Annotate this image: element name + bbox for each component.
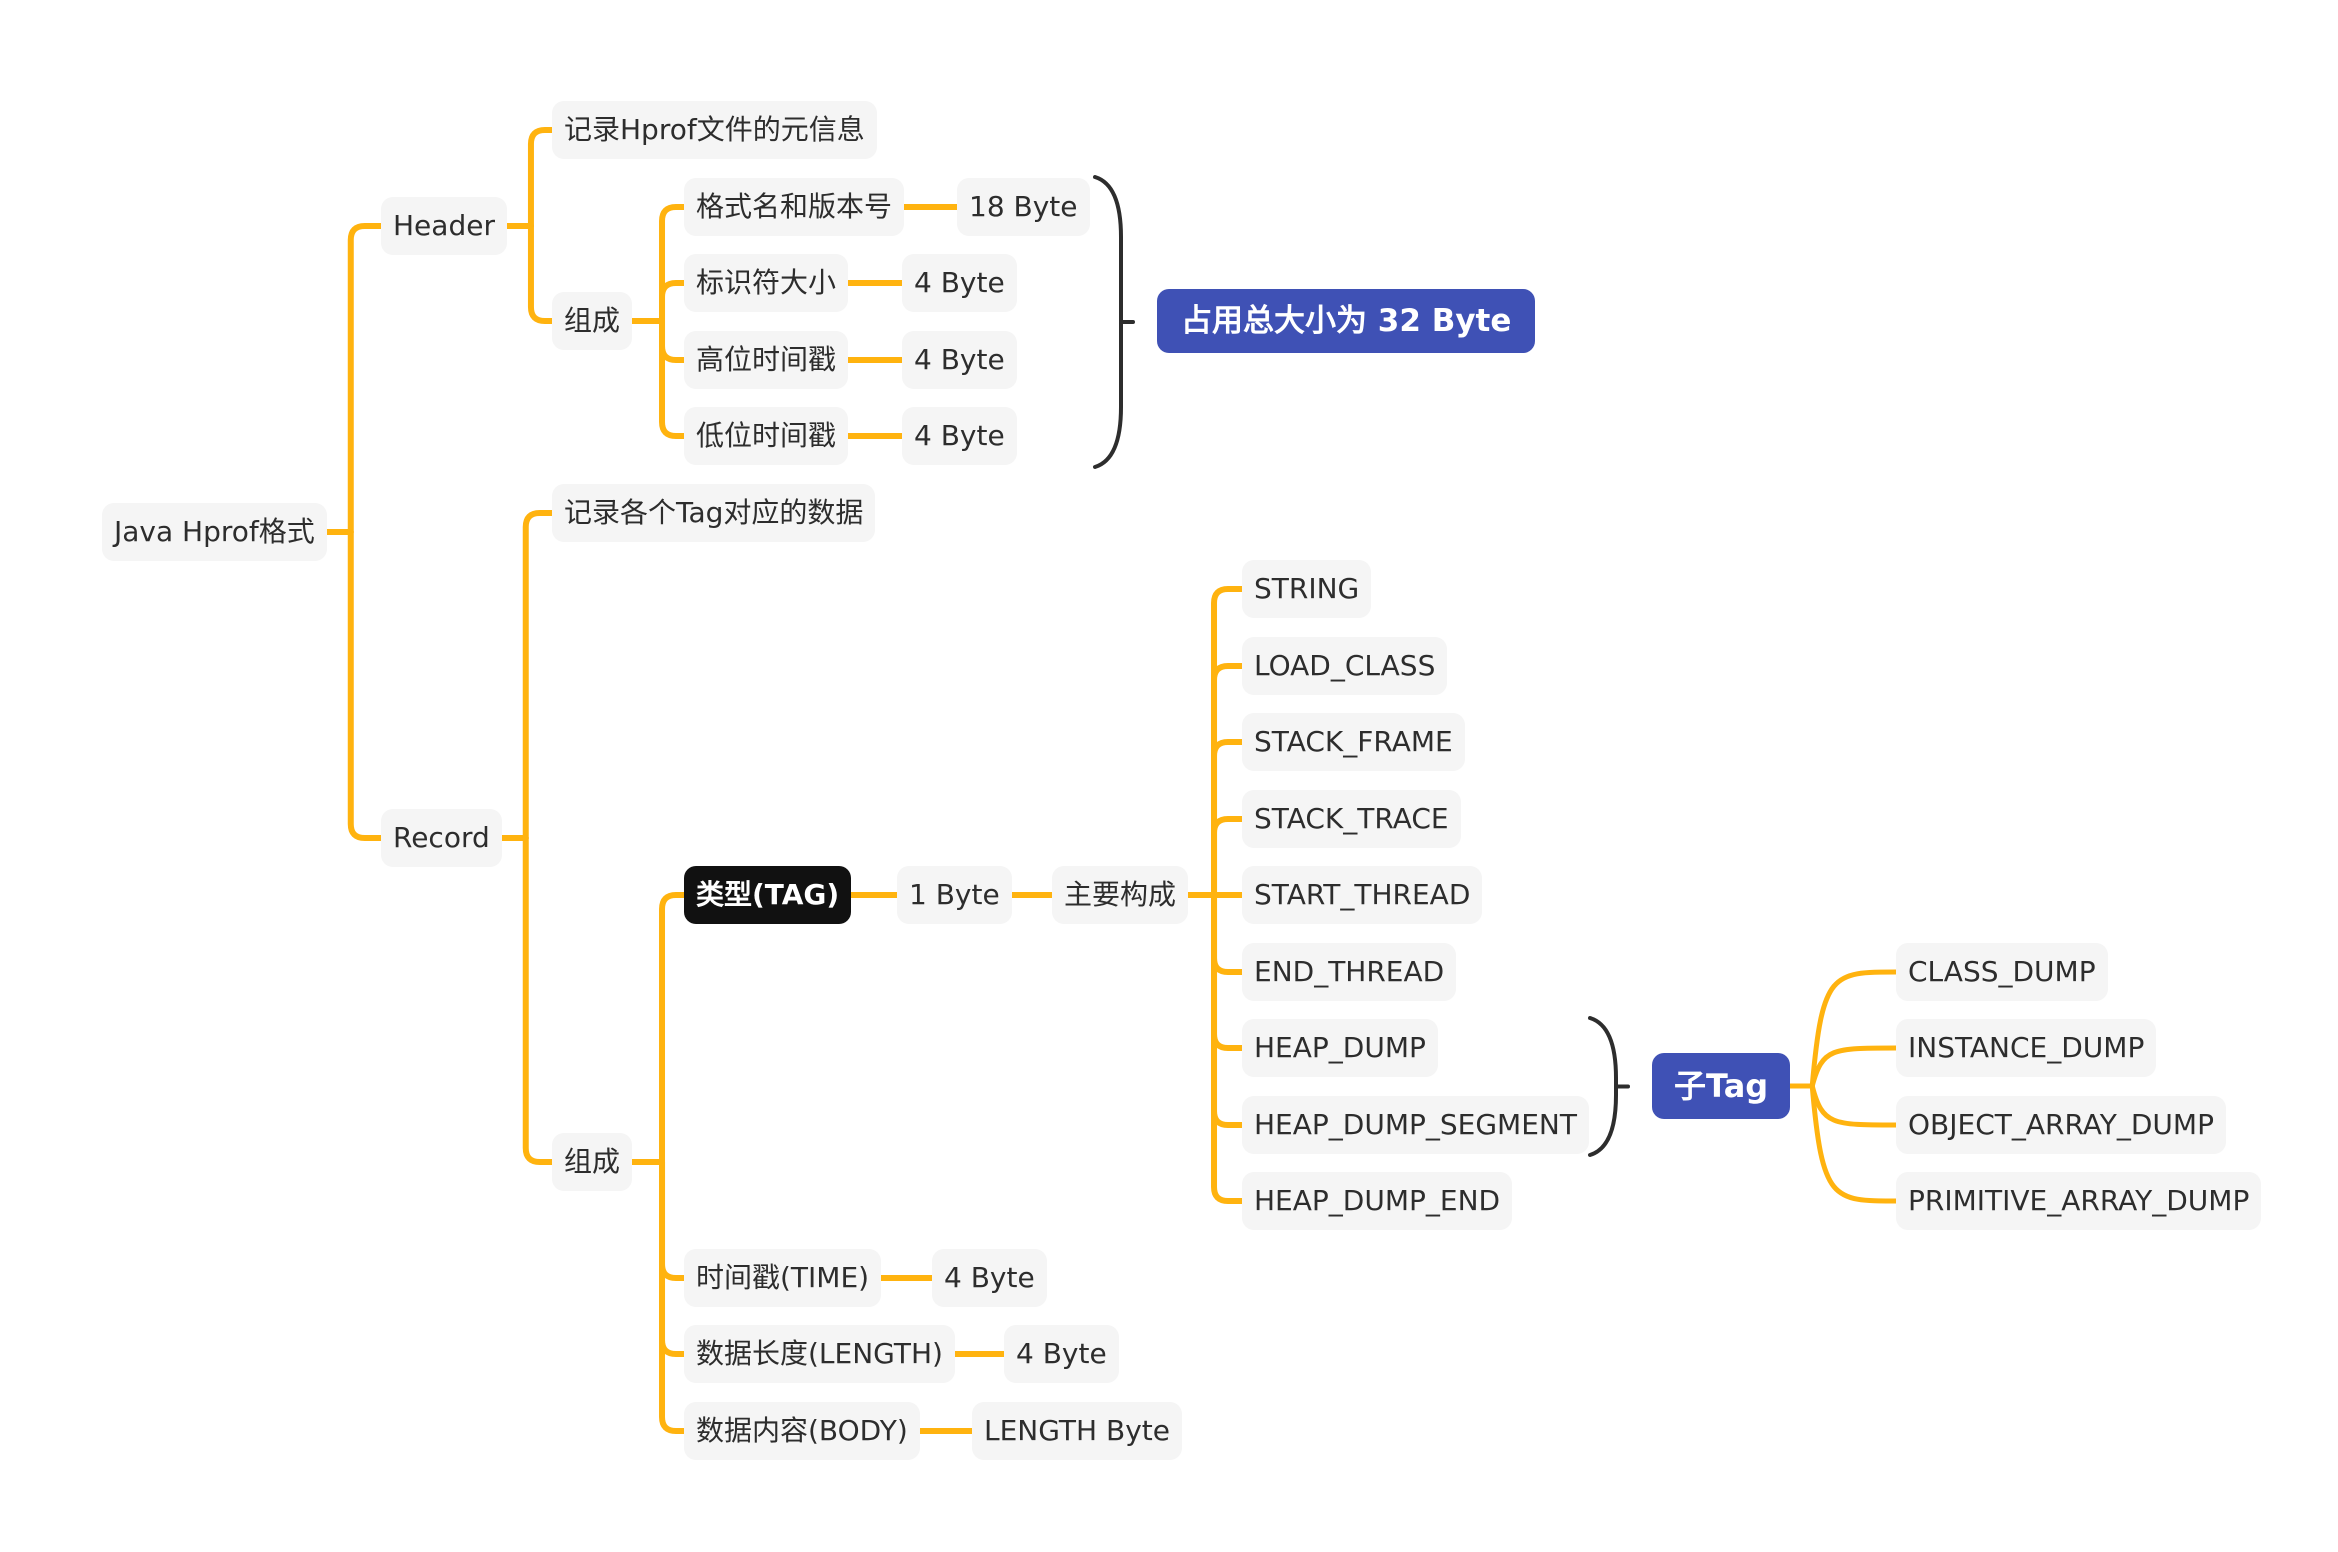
- record-field-node[interactable]: 时间戳(TIME): [684, 1249, 882, 1307]
- tag-item-node[interactable]: HEAP_DUMP_SEGMENT: [1242, 1096, 1589, 1154]
- record-field-size-node[interactable]: 4 Byte: [1004, 1325, 1119, 1383]
- branch-line: [527, 127, 555, 229]
- branch-curve: [1809, 969, 1899, 1089]
- header-field-node[interactable]: 高位时间戳: [684, 331, 849, 389]
- header-compose-node[interactable]: 组成: [552, 292, 633, 350]
- mindmap-canvas: Java Hprof格式 Header 记录Hprof文件的元信息 组成 格式名…: [0, 0, 2338, 1552]
- header-field-node[interactable]: 低位时间戳: [684, 407, 849, 465]
- tag-item-node[interactable]: STACK_TRACE: [1242, 790, 1461, 848]
- branch-line: [659, 892, 687, 1165]
- tag-item-node[interactable]: HEAP_DUMP: [1242, 1019, 1438, 1077]
- branch-line: [1211, 663, 1245, 898]
- branch-line: [522, 510, 555, 841]
- tag-type-node[interactable]: 类型(TAG): [684, 866, 852, 924]
- subtag-item-node[interactable]: PRIMITIVE_ARRAY_DUMP: [1896, 1172, 2262, 1230]
- branch-line: [1211, 892, 1245, 1128]
- branch-line: [347, 223, 384, 535]
- branch-line: [527, 223, 555, 324]
- branch-line: [522, 835, 555, 1165]
- record-node[interactable]: Record: [381, 809, 502, 867]
- header-field-size-node[interactable]: 18 Byte: [957, 178, 1090, 236]
- branch-line: [659, 318, 687, 363]
- tag-item-node[interactable]: END_THREAD: [1242, 943, 1457, 1001]
- branch-curve: [1809, 1045, 1899, 1089]
- branch-curve: [1809, 1083, 1899, 1204]
- header-field-node[interactable]: 标识符大小: [684, 254, 849, 312]
- branch-line: [659, 318, 687, 439]
- branch-line: [659, 204, 687, 324]
- tag-item-node[interactable]: HEAP_DUMP_END: [1242, 1172, 1513, 1230]
- header-field-size-node[interactable]: 4 Byte: [902, 254, 1017, 312]
- header-description-node[interactable]: 记录Hprof文件的元信息: [552, 101, 877, 159]
- header-field-node[interactable]: 格式名和版本号: [684, 178, 905, 236]
- record-compose-node[interactable]: 组成: [552, 1133, 633, 1191]
- tag-item-node[interactable]: LOAD_CLASS: [1242, 637, 1448, 695]
- branch-line: [1211, 892, 1245, 975]
- branch-curve: [1809, 1083, 1899, 1128]
- subtag-item-node[interactable]: OBJECT_ARRAY_DUMP: [1896, 1096, 2226, 1154]
- subtag-item-node[interactable]: CLASS_DUMP: [1896, 943, 2108, 1001]
- record-field-node[interactable]: 数据内容(BODY): [684, 1402, 920, 1460]
- record-field-size-node[interactable]: 4 Byte: [932, 1249, 1047, 1307]
- record-field-node[interactable]: 数据长度(LENGTH): [684, 1325, 955, 1383]
- branch-line: [1211, 816, 1245, 898]
- tag-main-compose-node[interactable]: 主要构成: [1052, 866, 1189, 924]
- summary-brace: [1588, 1016, 1618, 1157]
- header-field-size-node[interactable]: 4 Byte: [902, 407, 1017, 465]
- summary-brace: [1093, 175, 1123, 469]
- record-field-size-node[interactable]: LENGTH Byte: [972, 1402, 1182, 1460]
- branch-line: [659, 1159, 687, 1434]
- header-field-size-node[interactable]: 4 Byte: [902, 331, 1017, 389]
- branch-line: [659, 1159, 687, 1357]
- subtag-summary-node[interactable]: 子Tag: [1652, 1053, 1791, 1119]
- subtag-item-node[interactable]: INSTANCE_DUMP: [1896, 1019, 2157, 1077]
- header-node[interactable]: Header: [381, 197, 507, 255]
- tag-item-node[interactable]: STACK_FRAME: [1242, 713, 1465, 771]
- branch-line: [347, 529, 384, 841]
- branch-line: [659, 1159, 687, 1281]
- tag-item-node[interactable]: STRING: [1242, 560, 1372, 618]
- connector-layer: [323, 127, 1899, 1434]
- tag-item-node[interactable]: START_THREAD: [1242, 866, 1483, 924]
- branch-line: [659, 280, 687, 324]
- root-node[interactable]: Java Hprof格式: [102, 503, 327, 561]
- record-description-node[interactable]: 记录各个Tag对应的数据: [552, 484, 876, 542]
- header-summary-node[interactable]: 占用总大小为 32 Byte: [1157, 289, 1536, 353]
- tag-size-node[interactable]: 1 Byte: [897, 866, 1012, 924]
